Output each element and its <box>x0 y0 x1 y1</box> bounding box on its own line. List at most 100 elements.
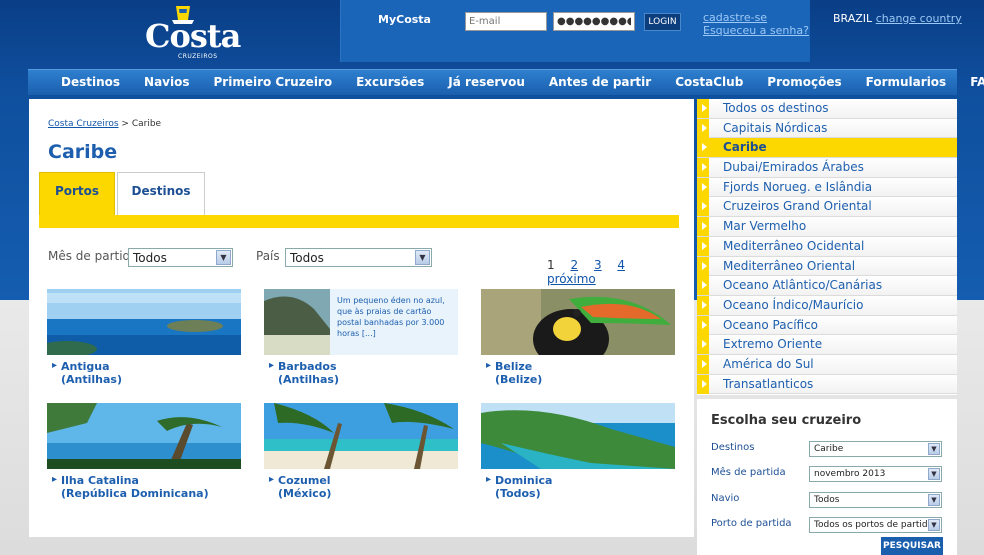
port-name[interactable]: Belize <box>481 360 675 373</box>
sidebar-item-label: Mediterrâneo Ocidental <box>723 238 865 253</box>
main-content: Costa Cruzeiros > Caribe Caribe Portos D… <box>29 99 694 537</box>
port-image-belize[interactable] <box>481 289 675 355</box>
nav-costaclub[interactable]: CostaClub <box>675 70 743 95</box>
month-label: Mês de partida <box>711 467 786 478</box>
sidebar-item-label: Oceano Índico/Maurício <box>723 297 864 312</box>
login-button[interactable]: LOGIN <box>644 13 681 31</box>
port-name[interactable]: Ilha Catalina <box>47 474 241 487</box>
port-card-ilha-catalina[interactable]: Ilha Catalina (República Dominicana) <box>47 403 241 501</box>
sidebar-item-label: Todos os destinos <box>723 101 829 115</box>
page-4[interactable]: 4 <box>617 258 625 272</box>
sidebar-item-capitais-nordicas[interactable]: Capitais Nórdicas <box>697 118 957 139</box>
arrow-right-icon <box>697 354 709 374</box>
sidebar-item-med-oriental[interactable]: Mediterrâneo Oriental <box>697 256 957 277</box>
page-3[interactable]: 3 <box>594 258 602 272</box>
page-2[interactable]: 2 <box>570 258 578 272</box>
change-country-link[interactable]: change country <box>876 12 962 25</box>
port-card-belize[interactable]: Belize (Belize) <box>481 289 675 387</box>
sidebar-item-label: Fjords Norueg. e Islândia <box>723 179 873 194</box>
port-card-antigua[interactable]: Antigua (Antilhas) <box>47 289 241 387</box>
port-name[interactable]: Antigua <box>47 360 241 373</box>
port-image-cozumel[interactable] <box>264 403 458 469</box>
port-image-ilha-catalina[interactable] <box>47 403 241 469</box>
brand-sub: CRUZEIROS <box>178 53 218 60</box>
tab-portos[interactable]: Portos <box>39 172 115 216</box>
chevron-down-icon: ▼ <box>928 519 940 531</box>
forgot-password-link[interactable]: Esqueceu a senha? <box>703 24 809 37</box>
arrow-right-icon <box>697 276 709 296</box>
sidebar-item-transatlanticos[interactable]: Transatlanticos <box>697 374 957 395</box>
sidebar-item-dubai[interactable]: Dubai/Emirados Árabes <box>697 158 957 178</box>
month-filter-select[interactable]: Todos ▼ <box>128 248 233 267</box>
page-current: 1 <box>547 258 555 272</box>
nav-promocoes[interactable]: Promoções <box>767 70 841 95</box>
tab-underline <box>39 215 679 228</box>
nav-navios[interactable]: Navios <box>144 70 189 95</box>
port-image-barbados[interactable]: Um pequeno éden no azul, que às praias d… <box>264 289 458 355</box>
arrow-right-icon <box>697 177 709 197</box>
nav-excursoes[interactable]: Excursões <box>356 70 424 95</box>
port-image-antigua[interactable] <box>47 289 241 355</box>
porto-select[interactable]: Todos os portos de partid ▼ <box>809 517 942 533</box>
sidebar-item-indico[interactable]: Oceano Índico/Maurício <box>697 295 957 316</box>
sidebar-item-caribe[interactable]: Caribe <box>697 138 957 159</box>
sidebar-item-fjords[interactable]: Fjords Norueg. e Islândia <box>697 177 957 198</box>
sidebar-item-extremo-oriente[interactable]: Extremo Oriente <box>697 335 957 355</box>
password-input[interactable] <box>553 12 635 31</box>
port-region: (Antilhas) <box>278 373 339 386</box>
sidebar-item-label: Caribe <box>723 140 767 155</box>
port-image-dominica[interactable] <box>481 403 675 469</box>
porto-label: Porto de partida <box>711 518 792 529</box>
site-header: Costa CRUZEIROS MyCosta LOGIN cadastre-s… <box>0 0 984 68</box>
nav-formularios[interactable]: Formularios <box>866 70 947 95</box>
destinos-label: Destinos <box>711 442 755 453</box>
register-link[interactable]: cadastre-se <box>703 11 809 24</box>
sidebar-item-grand-oriental[interactable]: Cruzeiros Grand Oriental <box>697 197 957 218</box>
login-panel: MyCosta LOGIN cadastre-se Esqueceu a sen… <box>340 0 810 62</box>
month-select[interactable]: novembro 2013 ▼ <box>809 466 942 482</box>
port-name[interactable]: Cozumel <box>264 474 458 487</box>
port-region: (Antilhas) <box>61 373 122 386</box>
sidebar-item-pacifico[interactable]: Oceano Pacífico <box>697 315 957 336</box>
chevron-down-icon: ▼ <box>928 468 940 480</box>
port-region: (Belize) <box>495 373 543 386</box>
sidebar-item-mar-vermelho[interactable]: Mar Vermelho <box>697 217 957 237</box>
sidebar-item-label: Capitais Nórdicas <box>723 120 828 135</box>
page-title: Caribe <box>48 141 118 163</box>
costa-logo[interactable]: Costa CRUZEIROS <box>145 4 241 60</box>
country-filter-value: Todos <box>290 251 324 265</box>
sidebar-item-todos[interactable]: Todos os destinos <box>697 99 957 119</box>
port-card-barbados[interactable]: Um pequeno éden no azul, que às praias d… <box>264 289 458 387</box>
account-links: cadastre-se Esqueceu a senha? <box>703 11 809 37</box>
sidebar-item-label: Oceano Atlântico/Canárias <box>723 278 883 293</box>
port-region: (República Dominicana) <box>61 487 209 500</box>
country-filter-label: País <box>256 249 280 263</box>
port-card-cozumel[interactable]: Cozumel (México) <box>264 403 458 501</box>
nav-faq[interactable]: FAQ <box>970 70 984 95</box>
email-input[interactable] <box>465 12 547 31</box>
sidebar-item-med-ocidental[interactable]: Mediterrâneo Ocidental <box>697 236 957 257</box>
nav-ja-reservou[interactable]: Já reservou <box>448 70 525 95</box>
page-next[interactable]: próximo <box>547 272 596 286</box>
nav-primeiro-cruzeiro[interactable]: Primeiro Cruzeiro <box>214 70 333 95</box>
cruise-search-box: Escolha seu cruzeiro Destinos Caribe ▼ M… <box>697 399 957 555</box>
breadcrumb-separator: > <box>121 119 129 129</box>
porto-value: Todos os portos de partid <box>814 520 928 530</box>
country-filter-select[interactable]: Todos ▼ <box>285 248 432 267</box>
breadcrumb-home[interactable]: Costa Cruzeiros <box>48 119 119 129</box>
nav-destinos[interactable]: Destinos <box>61 70 120 95</box>
nav-antes-de-partir[interactable]: Antes de partir <box>549 70 651 95</box>
destinos-value: Caribe <box>814 444 844 454</box>
month-filter-label: Mês de partida <box>48 249 138 263</box>
search-button[interactable]: PESQUISAR <box>881 537 943 555</box>
destinos-select[interactable]: Caribe ▼ <box>809 441 942 457</box>
sidebar-item-america-do-sul[interactable]: América do Sul <box>697 354 957 375</box>
port-name[interactable]: Dominica <box>481 474 675 487</box>
sidebar-item-atlantico[interactable]: Oceano Atlântico/Canárias <box>697 276 957 296</box>
pagination: 1 2 3 4 próximo <box>547 258 694 286</box>
arrow-right-icon <box>697 335 709 355</box>
tab-destinos[interactable]: Destinos <box>117 172 205 216</box>
port-name[interactable]: Barbados <box>264 360 458 373</box>
port-card-dominica[interactable]: Dominica (Todos) <box>481 403 675 501</box>
navio-select[interactable]: Todos ▼ <box>809 492 942 508</box>
